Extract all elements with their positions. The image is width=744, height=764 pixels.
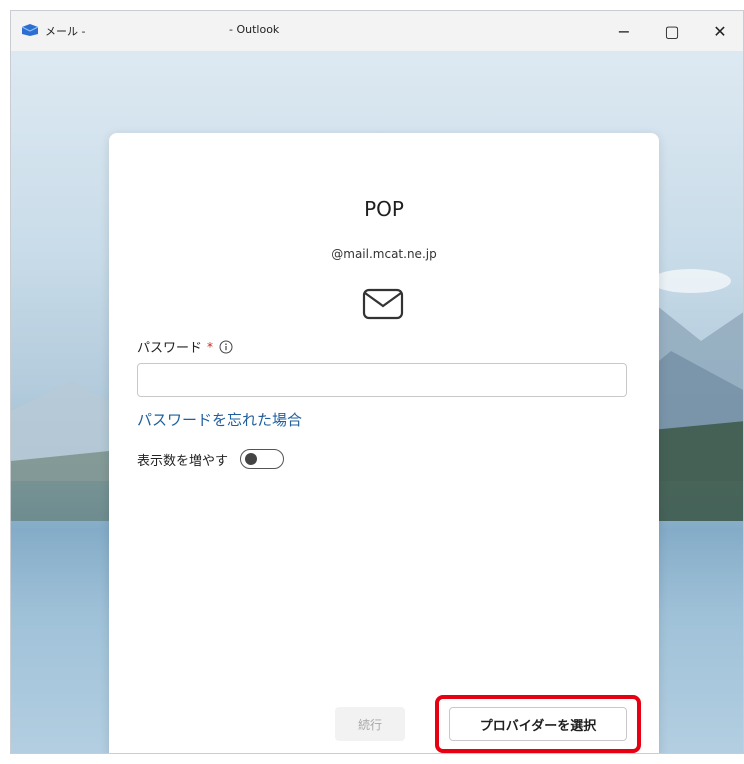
lake-background: POP @mail.mcat.ne.jp パスワード * パスワードを忘れた場合…	[11, 51, 743, 753]
outlook-window: メール - - Outlook − ▢ ✕ POP @mail.mcat.ne.…	[10, 10, 744, 754]
toggle-knob	[245, 453, 258, 465]
window-app-label: メール -	[45, 25, 86, 38]
required-mark: *	[207, 339, 214, 354]
maximize-button[interactable]: ▢	[649, 11, 695, 51]
continue-button[interactable]: 続行	[335, 707, 405, 741]
outlook-icon	[21, 24, 39, 36]
card-title: POP	[364, 197, 404, 221]
window-title: - Outlook	[229, 23, 280, 36]
minimize-button[interactable]: −	[601, 11, 647, 51]
account-setup-card: POP @mail.mcat.ne.jp パスワード * パスワードを忘れた場合…	[109, 133, 659, 753]
account-email: @mail.mcat.ne.jp	[331, 247, 437, 261]
password-input[interactable]	[137, 363, 627, 397]
password-label-row: パスワード *	[137, 337, 233, 356]
forgot-password-link[interactable]: パスワードを忘れた場合	[137, 409, 302, 430]
choose-provider-button[interactable]: プロバイダーを選択	[449, 707, 627, 741]
mail-envelope-icon	[362, 288, 404, 320]
show-more-row: 表示数を増やす	[137, 449, 285, 469]
show-more-label: 表示数を増やす	[137, 453, 229, 469]
show-more-toggle[interactable]	[240, 449, 285, 469]
close-button[interactable]: ✕	[697, 11, 743, 51]
info-circle-icon[interactable]	[219, 340, 233, 354]
password-label: パスワード	[137, 341, 203, 356]
title-bar[interactable]: メール - - Outlook − ▢ ✕	[11, 11, 743, 51]
